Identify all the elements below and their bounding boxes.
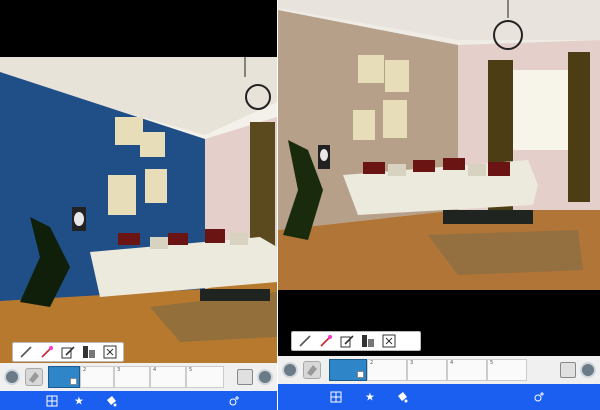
left-panel: 2 3 4 5 ★ (0, 0, 277, 410)
edit-icon[interactable] (60, 344, 76, 360)
color-swatch-3[interactable]: 3 (407, 359, 447, 381)
grid-icon[interactable] (330, 391, 342, 403)
redo-icon[interactable] (580, 362, 596, 378)
pencil-icon[interactable] (297, 333, 313, 349)
add-color-icon[interactable] (533, 391, 545, 403)
grid-icon[interactable] (46, 395, 58, 407)
right-panel: 2 3 4 5 ★ (278, 0, 600, 410)
magic-wand-icon[interactable] (318, 333, 334, 349)
color-swatch-5[interactable]: 5 (186, 366, 224, 388)
palette-tool-icon[interactable] (237, 369, 253, 385)
color-swatch-2[interactable]: 2 (367, 359, 407, 381)
close-icon[interactable] (381, 333, 397, 349)
paint-toolbar-left (12, 342, 124, 362)
room-photo-beige[interactable] (278, 0, 600, 290)
color-swatch-1[interactable] (48, 366, 80, 388)
paint-toolbar-right (291, 331, 421, 351)
swatch-corner-icon (70, 378, 77, 385)
eraser-icon[interactable] (25, 368, 43, 386)
close-icon[interactable] (102, 344, 118, 360)
eraser-icon[interactable] (303, 361, 321, 379)
bottom-nav-left: ★ (0, 391, 277, 410)
color-strip-left: 2 3 4 5 (0, 363, 277, 391)
room-photo-blue[interactable] (0, 57, 277, 363)
bottom-nav-right: ★ (278, 384, 600, 410)
redo-icon[interactable] (257, 369, 273, 385)
color-swatch-4[interactable]: 4 (447, 359, 487, 381)
edit-icon[interactable] (339, 333, 355, 349)
star-icon[interactable]: ★ (74, 394, 84, 407)
layers-icon[interactable] (360, 333, 376, 349)
color-swatch-5[interactable]: 5 (487, 359, 527, 381)
magic-wand-icon[interactable] (39, 344, 55, 360)
color-swatch-1[interactable] (329, 359, 367, 381)
layers-icon[interactable] (81, 344, 97, 360)
add-color-icon[interactable] (228, 395, 240, 407)
paint-bucket-icon[interactable] (396, 391, 408, 403)
star-icon[interactable]: ★ (365, 391, 375, 404)
undo-icon[interactable] (282, 362, 298, 378)
app-root: 2 3 4 5 ★ 2 3 4 5 ★ (0, 0, 600, 410)
color-swatch-3[interactable]: 3 (114, 366, 150, 388)
color-swatch-2[interactable]: 2 (80, 366, 114, 388)
color-swatch-4[interactable]: 4 (150, 366, 186, 388)
paint-bucket-icon[interactable] (105, 395, 117, 407)
undo-icon[interactable] (4, 369, 20, 385)
color-strip-right: 2 3 4 5 (278, 356, 600, 384)
palette-tool-icon[interactable] (560, 362, 576, 378)
swatch-corner-icon (357, 371, 364, 378)
pencil-icon[interactable] (18, 344, 34, 360)
